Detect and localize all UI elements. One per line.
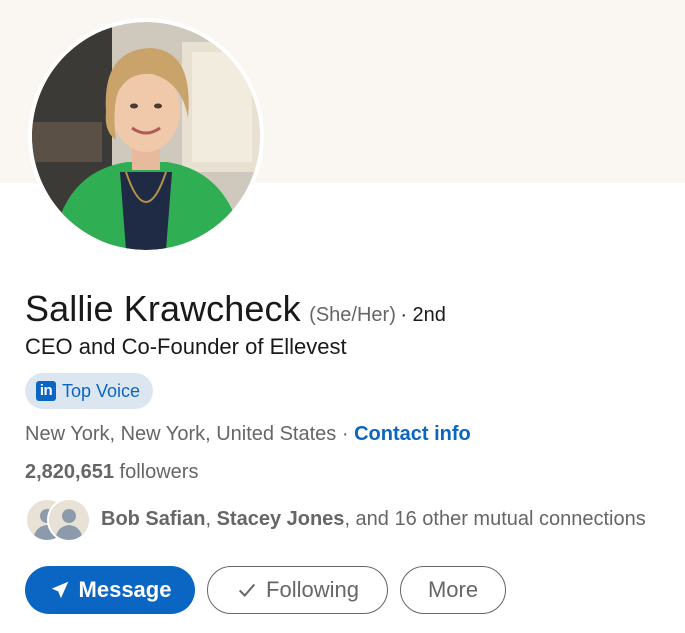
followers-number: 2,820,651	[25, 461, 114, 483]
message-button-label: Message	[78, 577, 172, 602]
connection-degree: · 2nd	[400, 304, 446, 326]
profile-photo[interactable]	[28, 18, 264, 254]
mutual-connections[interactable]: Bob Safian, Stacey Jones, and 16 other m…	[25, 497, 646, 542]
checkmark-icon	[238, 583, 256, 597]
profile-photo-image	[32, 22, 260, 250]
followers-label: followers	[119, 461, 199, 483]
profile-name: Sallie Krawcheck	[25, 288, 301, 329]
more-button[interactable]: More	[400, 566, 506, 614]
separator: ·	[341, 423, 349, 445]
send-icon	[51, 581, 68, 599]
pronouns: (She/Her)	[309, 304, 396, 326]
profile-headline: CEO and Co-Founder of Ellevest	[25, 334, 347, 359]
mutual-rest: , and 16 other mutual connections	[344, 507, 646, 530]
mutual-name-2: Stacey Jones	[216, 507, 345, 530]
mutual-comma: ,	[205, 507, 212, 530]
more-button-label: More	[427, 577, 479, 602]
message-button[interactable]: Message	[25, 566, 195, 614]
location-row: New York, New York, United States · Cont…	[25, 423, 471, 446]
mutual-avatars	[25, 497, 91, 542]
mutual-connections-text: Bob Safian, Stacey Jones, and 16 other m…	[101, 508, 646, 531]
mutual-name-1: Bob Safian	[101, 507, 206, 530]
mutual-connection-avatar	[47, 498, 91, 542]
followers-count[interactable]: 2,820,651 followers	[25, 461, 198, 484]
top-voice-badge[interactable]: in Top Voice	[25, 373, 153, 409]
linkedin-logo-icon: in	[36, 381, 56, 401]
following-button[interactable]: Following	[207, 566, 388, 614]
following-button-label: Following	[266, 577, 359, 602]
contact-info-link[interactable]: Contact info	[354, 423, 471, 445]
name-row: Sallie Krawcheck (She/Her) · 2nd	[25, 288, 446, 330]
location: New York, New York, United States	[25, 423, 337, 445]
top-voice-label: Top Voice	[62, 380, 141, 401]
